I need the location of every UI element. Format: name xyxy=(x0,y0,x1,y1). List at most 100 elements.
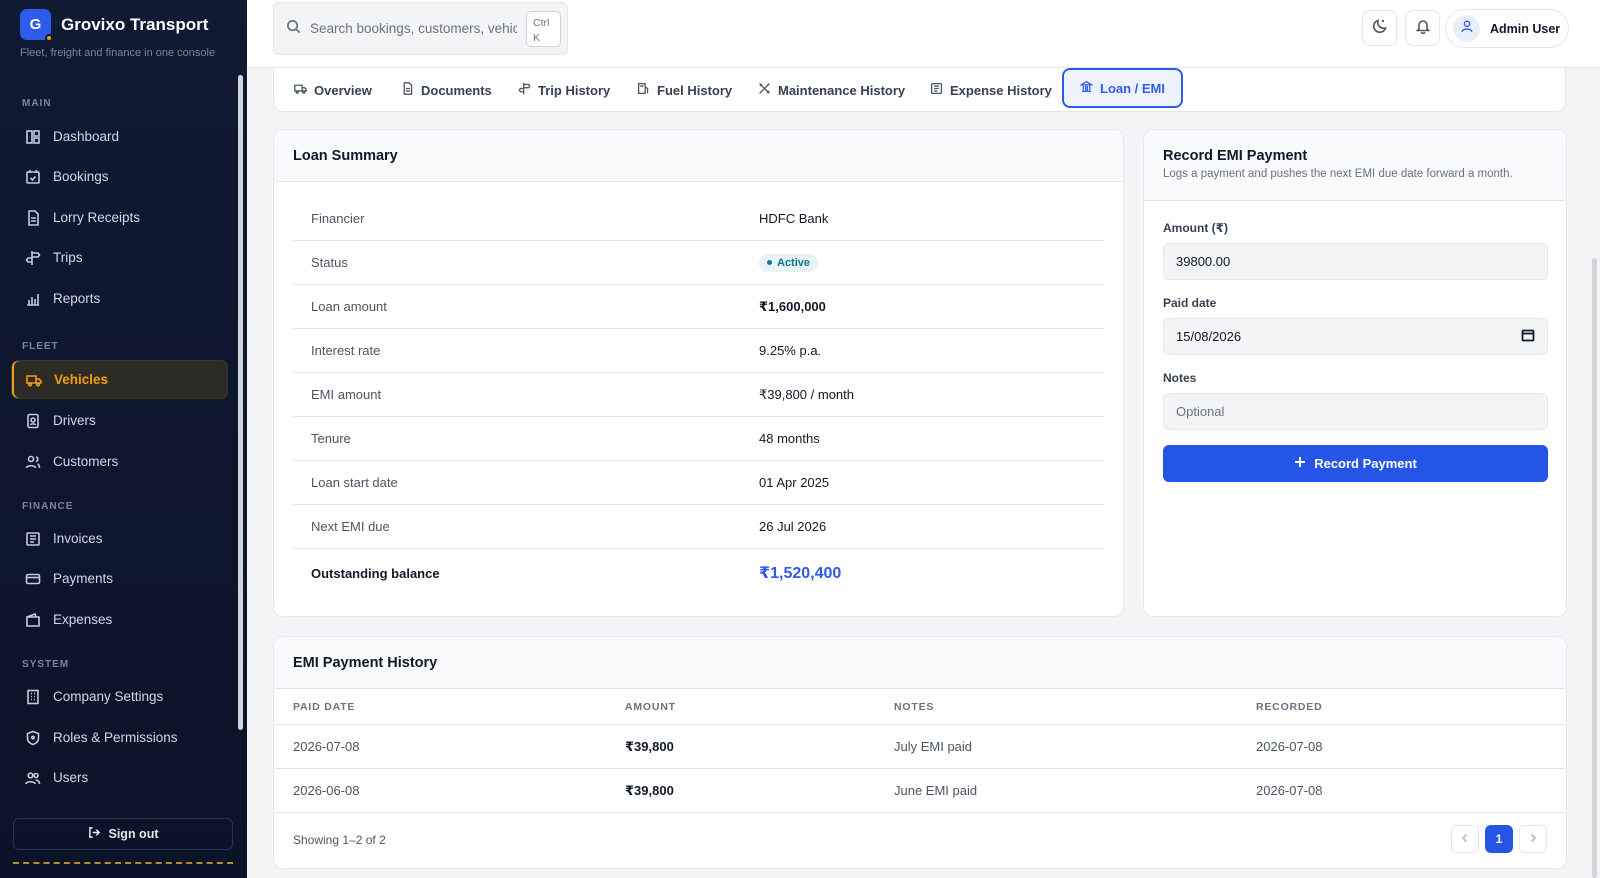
plus-icon xyxy=(1294,456,1306,471)
receipt-icon xyxy=(930,82,943,98)
users-group-icon xyxy=(25,770,41,786)
chevron-right-icon xyxy=(1528,832,1538,846)
search-box[interactable]: Ctrl K xyxy=(273,2,568,55)
card-header: Record EMI Payment Logs a payment and pu… xyxy=(1144,130,1566,201)
sidebar-item-reports[interactable]: Reports xyxy=(11,279,228,318)
tab-loan-emi[interactable]: Loan / EMI xyxy=(1062,68,1183,108)
status-dot xyxy=(767,260,772,266)
moon-icon xyxy=(1372,18,1388,39)
sidebar-item-label: Customers xyxy=(53,454,119,469)
summary-row-financier: Financier HDFC Bank xyxy=(293,197,1104,241)
signpost-icon xyxy=(518,82,531,98)
column-header-paid-date[interactable]: PAID DATE xyxy=(293,701,355,713)
sidebar-item-label: Vehicles xyxy=(54,372,109,387)
truck-icon xyxy=(294,82,307,98)
wallet-icon xyxy=(25,612,41,628)
divider xyxy=(13,862,233,864)
top-bar: Ctrl K Admin User xyxy=(247,0,1600,68)
sidebar-item-invoices[interactable]: Invoices xyxy=(11,519,228,558)
amount-value: 39800.00 xyxy=(1176,254,1231,269)
file-icon xyxy=(401,82,414,98)
column-header-recorded[interactable]: RECORDED xyxy=(1256,701,1323,713)
summary-value: 01 Apr 2025 xyxy=(759,475,830,490)
sidebar-item-label: Trips xyxy=(53,250,83,265)
sidebar-item-expenses[interactable]: Expenses xyxy=(11,600,228,639)
summary-row-loan-amount: Loan amount ₹1,600,000 xyxy=(293,285,1104,329)
user-menu[interactable]: Admin User xyxy=(1445,9,1569,48)
sidebar-item-payments[interactable]: Payments xyxy=(11,559,228,598)
status-dot xyxy=(45,34,53,42)
vehicle-tabs: Overview Documents Trip History Fuel His… xyxy=(273,68,1566,112)
tab-documents[interactable]: Documents xyxy=(401,68,492,112)
sidebar-item-bookings[interactable]: Bookings xyxy=(11,157,228,196)
wrench-icon xyxy=(758,82,771,98)
bank-icon xyxy=(1078,80,1095,96)
sidebar-item-company-settings[interactable]: Company Settings xyxy=(11,677,228,716)
page-scrollbar[interactable] xyxy=(1592,258,1597,878)
summary-label: Loan start date xyxy=(311,475,398,490)
column-header-notes[interactable]: NOTES xyxy=(894,701,934,713)
cell-amount: ₹39,800 xyxy=(625,783,674,798)
user-icon xyxy=(1460,19,1474,38)
tab-expense-history[interactable]: Expense History xyxy=(930,68,1052,112)
shortcut-key-k: K xyxy=(533,31,541,44)
tab-maintenance-history[interactable]: Maintenance History xyxy=(758,68,905,112)
notifications-button[interactable] xyxy=(1405,10,1440,46)
cell-paid-date: 2026-06-08 xyxy=(293,783,360,798)
nav-section-main: MAIN xyxy=(22,98,52,109)
tab-overview[interactable]: Overview xyxy=(294,68,372,112)
summary-label: Status xyxy=(311,255,348,270)
sidebar-item-users[interactable]: Users xyxy=(11,758,228,797)
sidebar-item-label: Reports xyxy=(53,291,101,306)
sidebar-item-dashboard[interactable]: Dashboard xyxy=(11,117,228,156)
shortcut-key-ctrl: Ctrl xyxy=(533,16,550,29)
cell-recorded: 2026-07-08 xyxy=(1256,739,1323,754)
loan-summary-title: Loan Summary xyxy=(293,147,398,164)
status-badge: Active xyxy=(759,253,819,272)
record-payment-button[interactable]: Record Payment xyxy=(1163,445,1548,482)
tab-fuel-history[interactable]: Fuel History xyxy=(637,68,732,112)
credit-card-icon xyxy=(25,571,41,587)
sidebar-item-trips[interactable]: Trips xyxy=(11,238,228,277)
avatar xyxy=(1453,15,1480,42)
notes-field[interactable]: Optional xyxy=(1163,393,1548,430)
sidebar-item-drivers[interactable]: Drivers xyxy=(11,401,228,440)
table-row[interactable]: 2026-06-08 ₹39,800 June EMI paid 2026-07… xyxy=(274,769,1566,813)
summary-row-tenure: Tenure 48 months xyxy=(293,417,1104,461)
sidebar-item-vehicles[interactable]: Vehicles xyxy=(11,360,228,399)
next-page-button[interactable] xyxy=(1519,825,1547,853)
sidebar-item-customers[interactable]: Customers xyxy=(11,442,228,481)
summary-label: Financier xyxy=(311,211,365,226)
signpost-icon xyxy=(25,250,41,266)
brand[interactable]: G Grovixo Transport xyxy=(20,9,208,42)
nav-section-fleet: FLEET xyxy=(22,341,59,352)
sidebar-item-roles-permissions[interactable]: Roles & Permissions xyxy=(11,718,228,757)
page-button[interactable]: 1 xyxy=(1485,825,1513,853)
dashboard-icon xyxy=(25,129,41,145)
sidebar-item-lorry-receipts[interactable]: Lorry Receipts xyxy=(11,198,228,237)
paid-date-field[interactable]: 15/08/2026 xyxy=(1163,318,1548,355)
prev-page-button[interactable] xyxy=(1451,825,1479,853)
summary-row-loan-start-date: Loan start date 01 Apr 2025 xyxy=(293,461,1104,505)
table-row[interactable]: 2026-07-08 ₹39,800 July EMI paid 2026-07… xyxy=(274,725,1566,769)
summary-value: ₹39,800 / month xyxy=(759,386,854,402)
amount-field[interactable]: 39800.00 xyxy=(1163,243,1548,280)
sign-out-button[interactable]: Sign out xyxy=(13,818,233,850)
summary-row-interest-rate: Interest rate 9.25% p.a. xyxy=(293,329,1104,373)
brand-initial: G xyxy=(29,16,42,33)
sidebar-item-label: Users xyxy=(53,770,89,785)
search-input[interactable] xyxy=(310,21,517,36)
sidebar-item-label: Company Settings xyxy=(53,689,164,704)
cell-amount: ₹39,800 xyxy=(625,739,674,754)
record-emi-card: Record EMI Payment Logs a payment and pu… xyxy=(1143,129,1567,617)
sign-out-label: Sign out xyxy=(108,827,159,841)
fuel-icon xyxy=(637,82,650,98)
theme-toggle-button[interactable] xyxy=(1362,10,1397,46)
cell-notes: July EMI paid xyxy=(894,739,973,754)
sidebar-scrollbar[interactable] xyxy=(238,75,243,730)
summary-label: Next EMI due xyxy=(311,519,390,534)
calendar-icon[interactable] xyxy=(1521,328,1535,345)
tab-trip-history[interactable]: Trip History xyxy=(518,68,610,112)
emi-history-title: EMI Payment History xyxy=(293,654,438,671)
column-header-amount[interactable]: AMOUNT xyxy=(625,701,676,713)
